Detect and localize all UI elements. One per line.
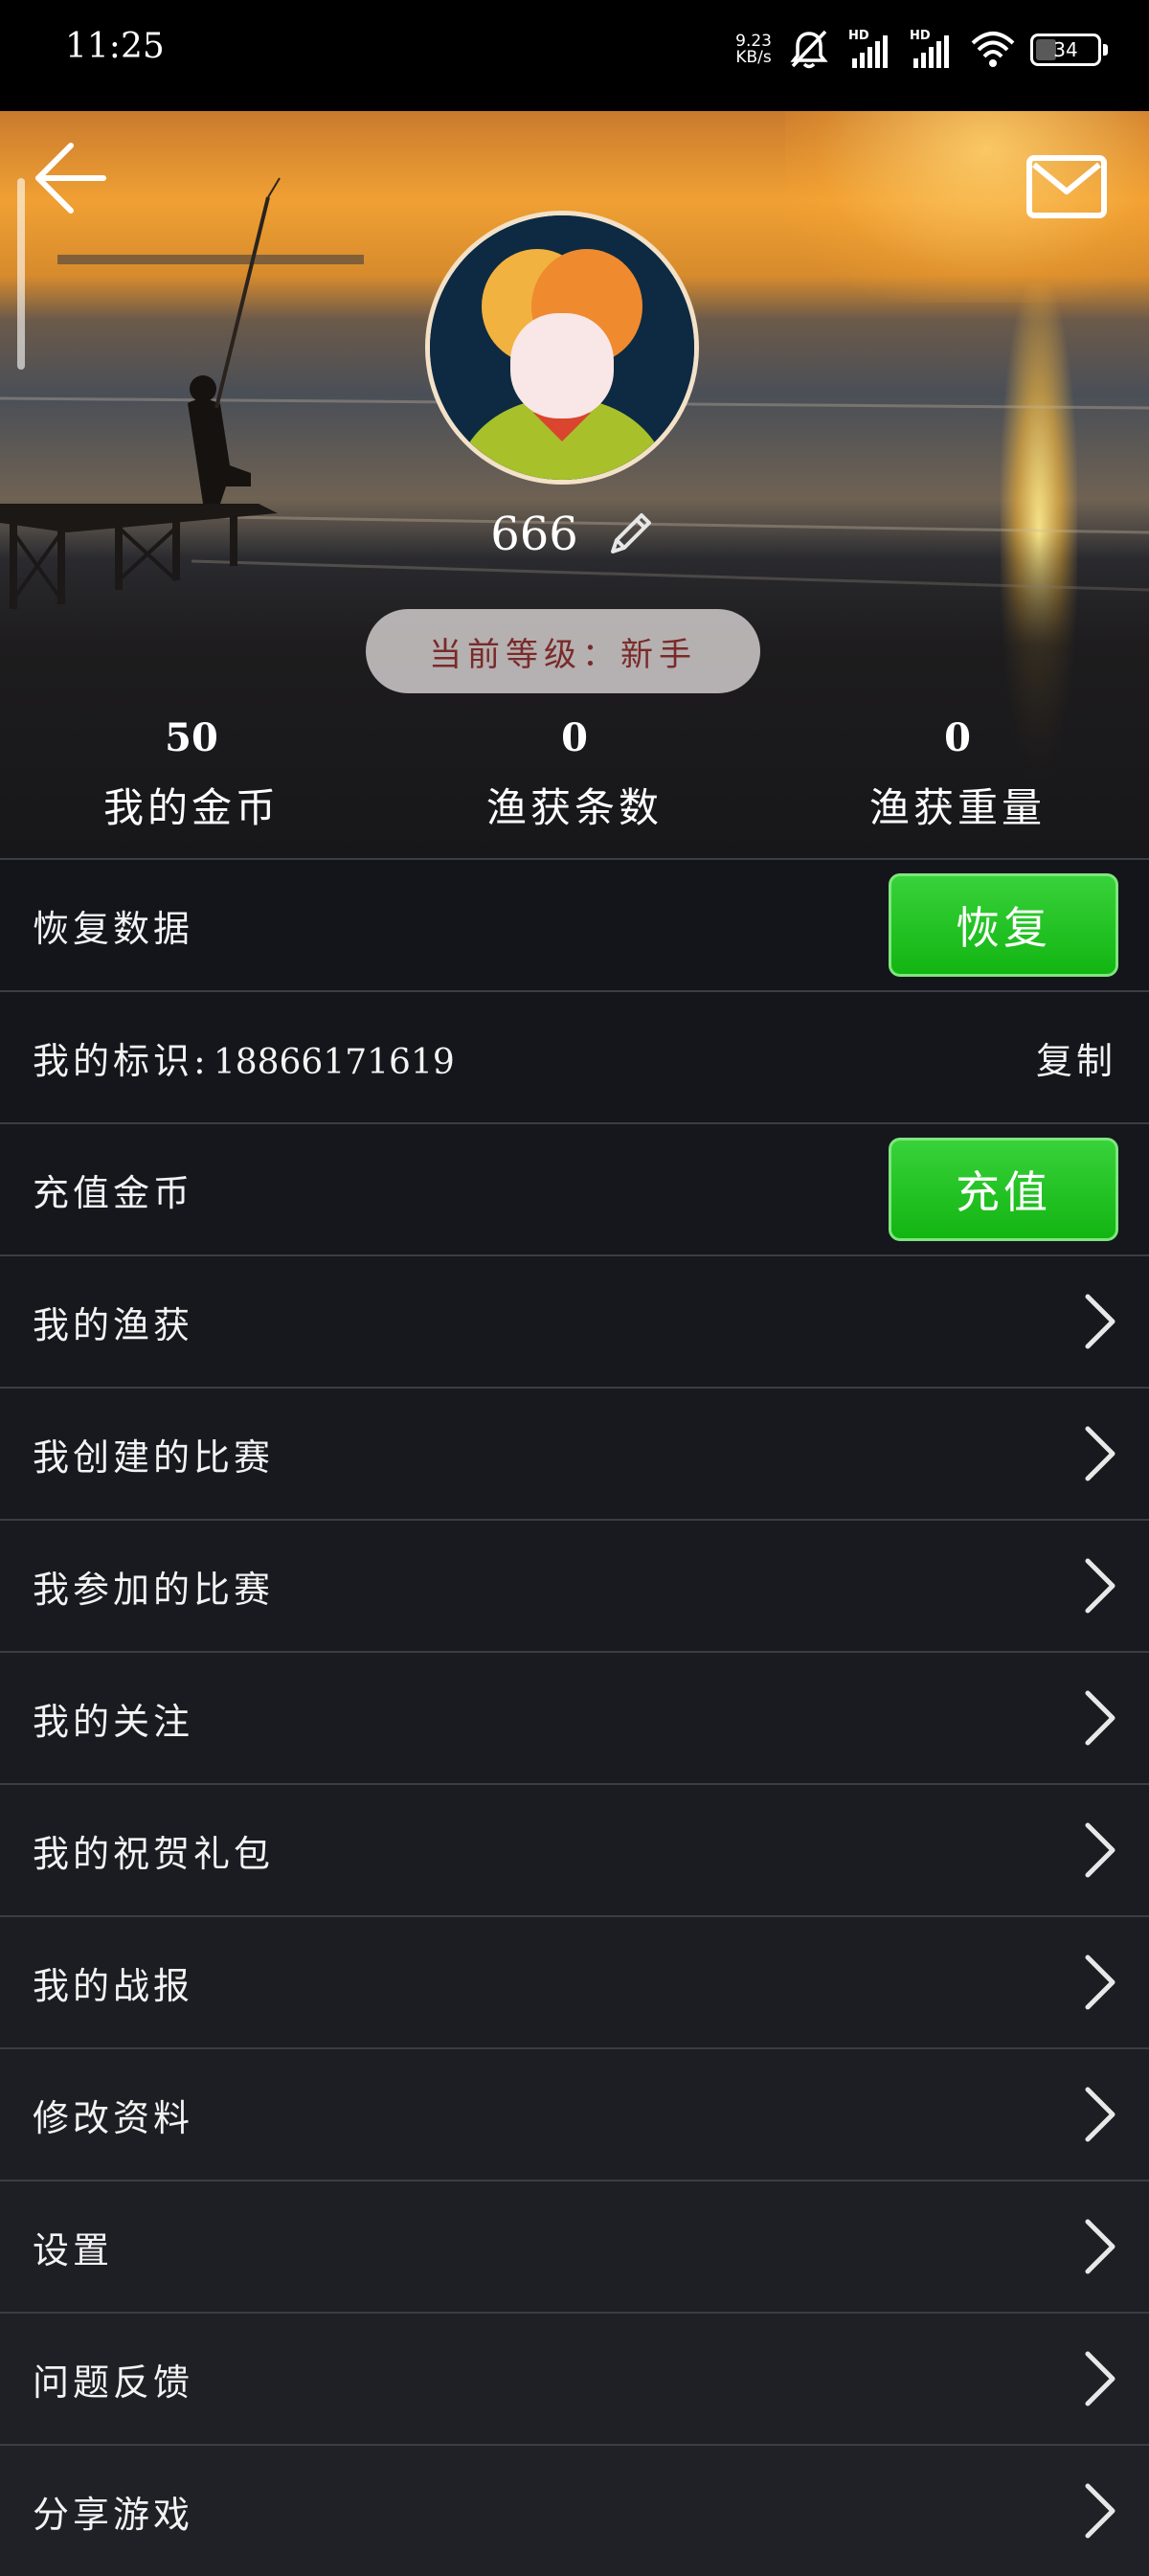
wifi-icon: [971, 32, 1015, 67]
restore-button[interactable]: 恢复: [889, 873, 1118, 977]
chevron-right-icon: [1085, 1558, 1115, 1614]
stat-label: 我的金币: [102, 784, 280, 831]
recharge-button[interactable]: 充值: [889, 1138, 1118, 1241]
chevron-right-icon: [1085, 2219, 1115, 2274]
chevron-right-icon: [1085, 1690, 1115, 1746]
row-label: 恢复数据: [33, 907, 194, 950]
row-label: 充值金币: [33, 1171, 194, 1214]
menu-item-my-follows[interactable]: 我的关注: [0, 1651, 1149, 1783]
row-label: 我的祝贺礼包: [33, 1832, 275, 1875]
stat-label: 渔获重量: [868, 784, 1046, 831]
avatar-icon: [430, 215, 694, 480]
profile-header: 666 当前等级：新手 50 我的金币 0 渔获条数 0 渔获重量: [0, 111, 1149, 858]
chevron-right-icon: [1085, 1955, 1115, 2010]
chevron-right-icon: [1085, 2483, 1115, 2539]
avatar[interactable]: [425, 211, 699, 485]
nickname: 666: [490, 508, 578, 561]
menu-item-my-reports[interactable]: 我的战报: [0, 1915, 1149, 2047]
row-label: 我参加的比赛: [33, 1568, 275, 1611]
row-label: 分享游戏: [33, 2493, 194, 2536]
row-label: 我创建的比赛: [33, 1435, 275, 1479]
pencil-icon[interactable]: [601, 506, 659, 563]
menu-item-settings[interactable]: 设置: [0, 2180, 1149, 2312]
hd-signal-icon: HD: [910, 29, 949, 68]
identity-row: 我的标识: 18866171619 复制: [0, 990, 1149, 1122]
chevron-right-icon: [1085, 2351, 1115, 2407]
chevron-right-icon: [1085, 1426, 1115, 1481]
row-label: 我的战报: [33, 1964, 194, 2007]
menu-item-feedback[interactable]: 问题反馈: [0, 2312, 1149, 2444]
restore-data-row: 恢复数据 恢复: [0, 858, 1149, 990]
row-label: 问题反馈: [33, 2361, 194, 2404]
level-badge: 当前等级：新手: [366, 609, 760, 693]
chevron-right-icon: [1085, 1294, 1115, 1349]
scroll-indicator: [17, 178, 25, 370]
copy-button[interactable]: 复制: [1036, 1031, 1116, 1084]
svg-text:HD: HD: [848, 29, 869, 43]
menu-list: 恢复数据 恢复 我的标识: 18866171619 复制 充值金币 充值 我的渔获…: [0, 858, 1149, 2576]
stats-row: 50 我的金币 0 渔获条数 0 渔获重量: [0, 705, 1149, 834]
row-label: 我的渔获: [33, 1303, 194, 1346]
net-speed: 9.23 KB/s: [735, 32, 772, 67]
status-bar: 11:25 9.23 KB/s HD HD 34: [0, 0, 1149, 111]
menu-item-my-gift-packs[interactable]: 我的祝贺礼包: [0, 1783, 1149, 1915]
menu-item-my-joined-matches[interactable]: 我参加的比赛: [0, 1519, 1149, 1651]
stat-catch-weight: 0 渔获重量: [766, 705, 1149, 834]
battery-icon: 34: [1030, 34, 1108, 66]
recharge-row: 充值金币 充值: [0, 1122, 1149, 1254]
stat-value: 50: [165, 715, 218, 760]
menu-item-edit-profile[interactable]: 修改资料: [0, 2047, 1149, 2180]
stat-value: 0: [561, 715, 588, 760]
svg-text:HD: HD: [910, 29, 931, 43]
status-icons: 9.23 KB/s HD HD 34: [735, 21, 1108, 79]
stat-catch-count: 0 渔获条数: [383, 705, 766, 834]
menu-item-share-game[interactable]: 分享游戏: [0, 2444, 1149, 2576]
menu-rows: 我的渔获我创建的比赛 我参加的比赛 我的关注我的祝贺礼包 我的战报修改资料设置问题反馈…: [0, 1254, 1149, 2576]
row-label: 我的标识: 18866171619: [33, 1039, 455, 1082]
chevron-right-icon: [1085, 1822, 1115, 1878]
back-arrow-icon[interactable]: [29, 138, 109, 218]
mail-icon[interactable]: [1026, 155, 1107, 218]
nickname-row: 666: [0, 506, 1149, 563]
menu-item-my-catch[interactable]: 我的渔获: [0, 1254, 1149, 1387]
row-label: 我的关注: [33, 1700, 194, 1743]
status-time: 11:25: [65, 27, 165, 66]
mute-bell-icon: [790, 30, 828, 69]
row-label: 修改资料: [33, 2096, 194, 2139]
stat-label: 渔获条数: [485, 784, 663, 831]
chevron-right-icon: [1085, 2087, 1115, 2142]
hd-signal-icon: HD: [848, 29, 888, 68]
stat-value: 0: [944, 715, 971, 760]
row-label: 设置: [33, 2228, 114, 2271]
menu-item-my-created-matches[interactable]: 我创建的比赛: [0, 1387, 1149, 1519]
user-id: 18866171619: [213, 1042, 455, 1082]
stat-coins: 50 我的金币: [0, 705, 383, 834]
